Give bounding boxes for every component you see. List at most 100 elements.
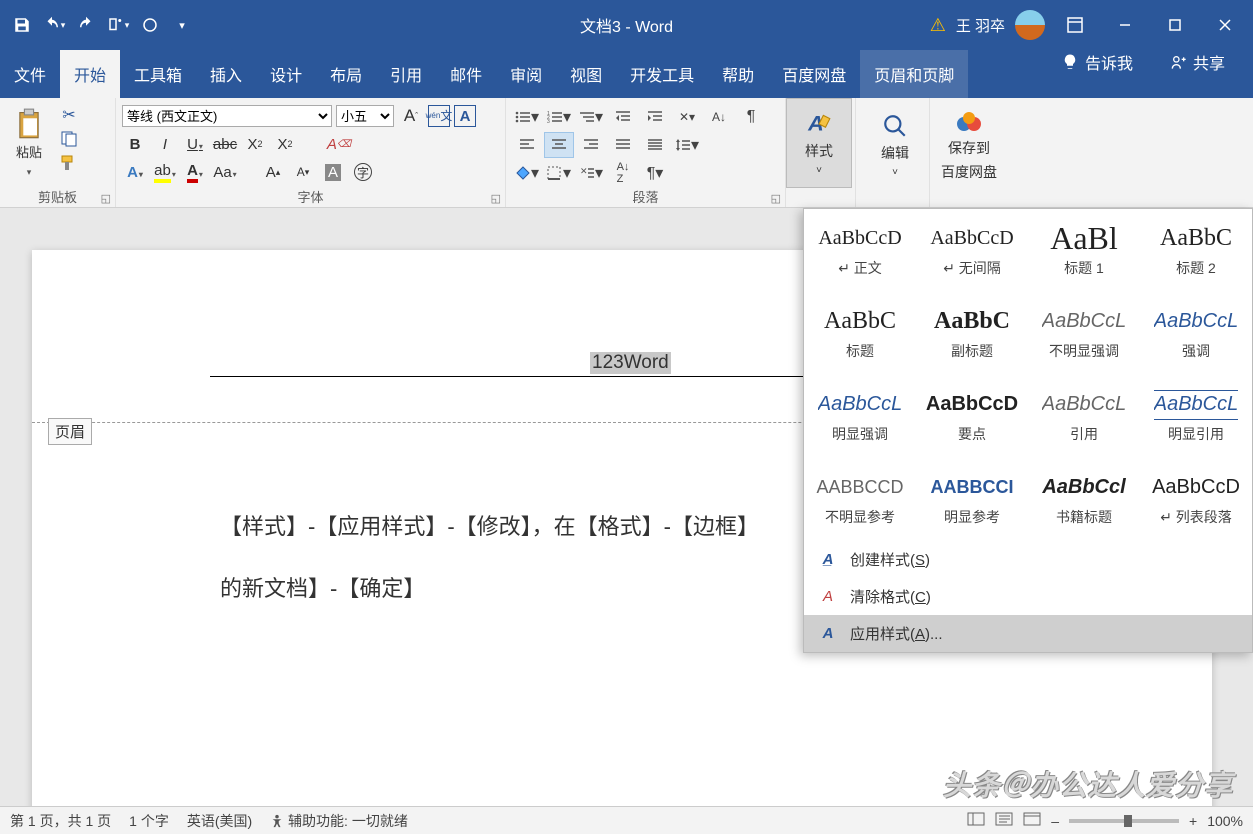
share-button[interactable]: 共享	[1157, 50, 1239, 74]
baidu-save-button[interactable]: 保存到 百度网盘	[936, 100, 1002, 190]
bullets-icon[interactable]: ▾	[512, 104, 542, 130]
tab-review[interactable]: 审阅	[496, 50, 556, 98]
superscript-button[interactable]: X2	[272, 132, 298, 156]
redo-icon[interactable]	[72, 11, 100, 39]
word-count[interactable]: 1 个字	[129, 811, 169, 831]
style-cell[interactable]: AABBCCI明显参考	[916, 458, 1028, 541]
undo-icon[interactable]: ▾	[40, 11, 68, 39]
style-cell[interactable]: AaBl标题 1	[1028, 209, 1140, 292]
accessibility-status[interactable]: 辅助功能: 一切就绪	[270, 811, 408, 831]
zoom-slider[interactable]	[1069, 819, 1179, 823]
style-cell[interactable]: AaBbCcD要点	[916, 375, 1028, 458]
zoom-out-icon[interactable]: –	[1051, 813, 1059, 829]
style-cell[interactable]: AaBbCcl书籍标题	[1028, 458, 1140, 541]
cut-icon[interactable]: ✂	[56, 104, 82, 126]
font-size-select[interactable]: 小五	[336, 105, 394, 127]
paragraph-settings-icon[interactable]: ¶▾	[640, 160, 670, 186]
tab-references[interactable]: 引用	[376, 50, 436, 98]
style-cell[interactable]: AaBbC标题	[804, 292, 916, 375]
clear-formatting-icon[interactable]: A⌫	[326, 132, 352, 156]
increase-indent-icon[interactable]	[640, 104, 670, 130]
styles-button[interactable]: A 样式 ˅	[786, 98, 852, 188]
paste-button[interactable]: 粘贴	[6, 104, 52, 182]
sort-icon[interactable]: A↓	[704, 104, 734, 130]
page-status[interactable]: 第 1 页，共 1 页	[10, 811, 111, 831]
minimize-icon[interactable]	[1105, 10, 1145, 40]
copy-icon[interactable]	[56, 128, 82, 150]
font-launcher-icon[interactable]: ◱	[491, 192, 501, 205]
circle-icon[interactable]	[136, 11, 164, 39]
asian-layout-icon[interactable]: ✕▾	[672, 104, 702, 130]
tab-header-footer[interactable]: 页眉和页脚	[860, 50, 968, 98]
style-cell[interactable]: AaBbCcD↵ 无间隔	[916, 209, 1028, 292]
customize-qat-icon[interactable]: ▾	[168, 11, 196, 39]
apply-style-item[interactable]: A 应用样式(A)...	[804, 615, 1252, 652]
style-cell[interactable]: AaBbCcL明显引用	[1140, 375, 1252, 458]
tab-home[interactable]: 开始	[60, 50, 120, 98]
tab-view[interactable]: 视图	[556, 50, 616, 98]
paragraph-launcher-icon[interactable]: ◱	[771, 192, 781, 205]
change-case-icon[interactable]: Aa	[212, 160, 238, 184]
underline-button[interactable]: U	[182, 132, 208, 156]
tab-baidu[interactable]: 百度网盘	[768, 50, 860, 98]
clear-format-item[interactable]: A 清除格式(C)	[804, 578, 1252, 615]
maximize-icon[interactable]	[1155, 10, 1195, 40]
web-layout-icon[interactable]	[1023, 812, 1041, 829]
align-left-icon[interactable]	[512, 132, 542, 158]
style-cell[interactable]: AaBbC标题 2	[1140, 209, 1252, 292]
bold-button[interactable]: B	[122, 132, 148, 156]
phonetic-guide-icon[interactable]: wén文	[428, 105, 450, 127]
tab-help[interactable]: 帮助	[708, 50, 768, 98]
style-cell[interactable]: AaBbCcL明显强调	[804, 375, 916, 458]
style-cell[interactable]: AaBbC副标题	[916, 292, 1028, 375]
tab-design[interactable]: 设计	[256, 50, 316, 98]
avatar[interactable]	[1015, 10, 1045, 40]
format-painter-icon[interactable]	[56, 152, 82, 174]
style-cell[interactable]: AaBbCcL不明显强调	[1028, 292, 1140, 375]
font-name-select[interactable]: 等线 (西文正文)	[122, 105, 332, 127]
grow-font-icon[interactable]: Aˆ	[398, 104, 424, 128]
grow-font2-icon[interactable]: A▴	[260, 160, 286, 184]
tab-file[interactable]: 文件	[0, 50, 60, 98]
align-justify-icon[interactable]	[608, 132, 638, 158]
tell-me[interactable]: 告诉我	[1061, 50, 1133, 74]
italic-button[interactable]: I	[152, 132, 178, 156]
shading-icon[interactable]: ▾	[512, 160, 542, 186]
tab-developer[interactable]: 开发工具	[616, 50, 708, 98]
edit-button[interactable]: 编辑 ˅	[862, 100, 928, 190]
user-name[interactable]: 王 羽卒	[956, 15, 1005, 36]
numbering-icon[interactable]: 123▾	[544, 104, 574, 130]
clipboard-launcher-icon[interactable]: ◱	[101, 192, 111, 205]
shrink-font-icon[interactable]: A▾	[290, 160, 316, 184]
character-shading-icon[interactable]: A	[320, 160, 346, 184]
tab-insert[interactable]: 插入	[196, 50, 256, 98]
align-distributed-icon[interactable]	[640, 132, 670, 158]
close-icon[interactable]	[1205, 10, 1245, 40]
decrease-indent-icon[interactable]	[608, 104, 638, 130]
print-layout-icon[interactable]	[967, 812, 985, 829]
snap-to-grid-icon[interactable]: ✕▾	[576, 160, 606, 186]
header-text[interactable]: 123Word	[590, 352, 671, 374]
align-right-icon[interactable]	[576, 132, 606, 158]
zoom-level[interactable]: 100%	[1207, 813, 1243, 829]
read-mode-icon[interactable]	[995, 812, 1013, 829]
text-effects-icon[interactable]: A	[122, 160, 148, 184]
create-style-item[interactable]: A̲ 创建样式(S)	[804, 541, 1252, 578]
tab-layout[interactable]: 布局	[316, 50, 376, 98]
enclose-char-icon[interactable]: 字	[350, 160, 376, 184]
touch-mode-icon[interactable]: ▾	[104, 11, 132, 39]
zoom-in-icon[interactable]: +	[1189, 813, 1197, 829]
borders-icon[interactable]: ▾	[544, 160, 574, 186]
tab-mail[interactable]: 邮件	[436, 50, 496, 98]
warning-icon[interactable]: ⚠	[930, 15, 946, 36]
highlight-icon[interactable]: ab	[152, 160, 178, 184]
tab-toolbox[interactable]: 工具箱	[120, 50, 196, 98]
style-cell[interactable]: AaBbCcD↵ 列表段落	[1140, 458, 1252, 541]
line-spacing-icon[interactable]: ▾	[672, 132, 702, 158]
ribbon-display-icon[interactable]	[1055, 10, 1095, 40]
multilevel-list-icon[interactable]: ▾	[576, 104, 606, 130]
style-cell[interactable]: AABBCCD不明显参考	[804, 458, 916, 541]
style-cell[interactable]: AaBbCcL引用	[1028, 375, 1140, 458]
show-marks-icon[interactable]: ¶	[736, 104, 766, 130]
style-cell[interactable]: AaBbCcL强调	[1140, 292, 1252, 375]
